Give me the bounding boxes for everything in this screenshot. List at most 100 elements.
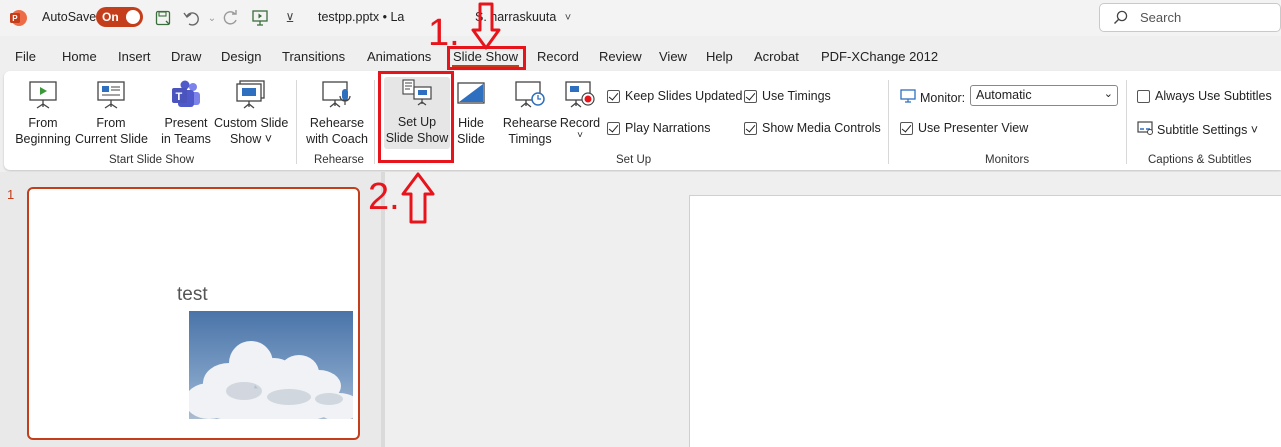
from-beginning-button[interactable]: From Beginning bbox=[14, 79, 72, 147]
present-teams-label-1: Present bbox=[164, 116, 208, 130]
play-narrations-checkbox[interactable]: Play Narrations bbox=[607, 121, 710, 135]
group-separator bbox=[296, 80, 297, 164]
group-separator bbox=[888, 80, 889, 164]
annotation-arrow-up-icon bbox=[401, 172, 435, 227]
svg-text:P: P bbox=[12, 14, 18, 23]
monitor-label: Monitor: bbox=[920, 90, 966, 105]
from-current-slide-button[interactable]: From Current Slide bbox=[75, 79, 148, 147]
subtitle-settings-icon bbox=[1137, 121, 1153, 138]
annotation-step-2: 2. bbox=[368, 176, 400, 218]
keep-slides-updated-checkbox[interactable]: Keep Slides Updated bbox=[607, 89, 742, 103]
customize-qat-icon[interactable]: ⊻ bbox=[280, 8, 300, 28]
tab-file[interactable]: File bbox=[15, 49, 36, 64]
checkbox-unchecked-icon bbox=[1137, 89, 1150, 103]
teams-icon: T bbox=[172, 80, 200, 107]
search-placeholder: Search bbox=[1140, 10, 1182, 25]
from-current-slide-icon bbox=[97, 81, 125, 109]
rehearse-timings-button[interactable]: Rehearse Timings bbox=[501, 79, 559, 147]
show-media-controls-checkbox[interactable]: Show Media Controls bbox=[744, 121, 881, 135]
tab-animations[interactable]: Animations bbox=[367, 49, 431, 64]
use-timings-label: Use Timings bbox=[762, 89, 831, 103]
autosave-label: AutoSave bbox=[42, 10, 97, 24]
from-current-label-1: From bbox=[96, 116, 126, 130]
tab-help[interactable]: Help bbox=[706, 49, 733, 64]
rehearse-timings-icon bbox=[515, 81, 545, 108]
title-chevron-down-icon[interactable]: ˅ bbox=[558, 8, 578, 28]
show-media-controls-label: Show Media Controls bbox=[762, 121, 881, 135]
rehearse-coach-icon bbox=[322, 81, 351, 108]
tab-draw[interactable]: Draw bbox=[171, 49, 201, 64]
monitor-label-group: Monitor: bbox=[900, 89, 965, 106]
autosave-toggle[interactable]: On bbox=[96, 7, 143, 27]
custom-slide-show-icon bbox=[236, 80, 265, 109]
custom-slide-show-button[interactable]: Custom Slide Show ˅ bbox=[214, 79, 288, 147]
group-label-set-up: Set Up bbox=[616, 154, 652, 166]
checkbox-checked-icon bbox=[900, 121, 913, 135]
subtitle-settings-button[interactable]: Subtitle Settings ˅ bbox=[1137, 121, 1258, 138]
autosave-state: On bbox=[102, 10, 119, 24]
main-slide-canvas[interactable] bbox=[689, 195, 1281, 447]
slide-number: 1 bbox=[7, 187, 15, 202]
tab-pdf-xchange[interactable]: PDF-XChange 2012 bbox=[821, 49, 938, 64]
search-icon bbox=[1113, 10, 1128, 28]
always-use-subtitles-checkbox[interactable]: Always Use Subtitles bbox=[1137, 89, 1272, 103]
checkbox-checked-icon bbox=[607, 89, 620, 103]
group-separator bbox=[374, 80, 375, 164]
group-label-start-slide-show: Start Slide Show bbox=[109, 154, 195, 166]
monitor-icon bbox=[900, 89, 916, 106]
powerpoint-logo-icon: P bbox=[8, 8, 28, 28]
rehearse-with-coach-button[interactable]: Rehearse with Coach bbox=[304, 79, 370, 147]
annotation-arrow-down-icon bbox=[471, 2, 501, 53]
timings-label-1: Rehearse bbox=[502, 116, 558, 130]
chevron-down-icon: ⌄ bbox=[1103, 88, 1113, 100]
record-dropdown-chevron[interactable]: ˅ bbox=[558, 131, 602, 141]
hide-slide-label-1: Hide bbox=[458, 116, 484, 130]
ribbon-tabs: File Home Insert Draw Design Transitions… bbox=[0, 40, 1281, 70]
monitor-dropdown[interactable]: Automatic ⌄ bbox=[970, 85, 1118, 106]
hide-slide-button[interactable]: Hide Slide bbox=[452, 79, 490, 147]
tab-acrobat[interactable]: Acrobat bbox=[754, 49, 799, 64]
tab-view[interactable]: View bbox=[659, 49, 687, 64]
present-in-teams-button[interactable]: T Present in Teams bbox=[158, 79, 214, 147]
timings-label-2: Timings bbox=[508, 132, 552, 146]
tab-transitions[interactable]: Transitions bbox=[282, 49, 345, 64]
document-title[interactable]: testpp.pptx • La bbox=[318, 10, 404, 24]
custom-show-label-2: Show ˅ bbox=[229, 132, 273, 146]
present-from-start-icon[interactable] bbox=[250, 8, 270, 28]
checkbox-checked-icon bbox=[744, 89, 757, 103]
annotation-highlight-setup-button bbox=[378, 71, 454, 163]
record-button[interactable]: Record ˅ bbox=[558, 79, 602, 141]
cloud-image bbox=[185, 311, 361, 424]
undo-icon[interactable] bbox=[182, 8, 202, 28]
search-input[interactable]: Search bbox=[1099, 3, 1281, 32]
from-beginning-label-2: Beginning bbox=[15, 132, 71, 146]
group-label-monitors: Monitors bbox=[985, 154, 1030, 166]
tab-design[interactable]: Design bbox=[221, 49, 261, 64]
use-timings-checkbox[interactable]: Use Timings bbox=[744, 89, 831, 103]
coach-label-2: with Coach bbox=[306, 132, 368, 146]
keep-slides-updated-label: Keep Slides Updated bbox=[625, 89, 743, 103]
group-label-rehearse: Rehearse bbox=[314, 154, 364, 166]
svg-text:T: T bbox=[176, 91, 183, 103]
play-narrations-label: Play Narrations bbox=[625, 121, 711, 135]
tab-home[interactable]: Home bbox=[62, 49, 97, 64]
checkbox-checked-icon bbox=[744, 121, 757, 135]
hide-slide-label-2: Slide bbox=[457, 132, 485, 146]
use-presenter-view-checkbox[interactable]: Use Presenter View bbox=[900, 121, 1028, 135]
checkbox-checked-icon bbox=[607, 121, 620, 135]
subtitle-settings-label: Subtitle Settings ˅ bbox=[1157, 122, 1259, 137]
from-beginning-icon bbox=[29, 81, 57, 109]
group-separator bbox=[1126, 80, 1127, 164]
custom-show-label-1: Custom Slide bbox=[214, 116, 289, 130]
save-icon[interactable] bbox=[153, 8, 173, 28]
from-current-label-2: Current Slide bbox=[75, 132, 148, 146]
always-use-subtitles-label: Always Use Subtitles bbox=[1155, 89, 1272, 103]
from-beginning-label-1: From bbox=[28, 116, 58, 130]
redo-icon[interactable] bbox=[220, 8, 240, 28]
tab-record[interactable]: Record bbox=[537, 49, 579, 64]
tab-review[interactable]: Review bbox=[599, 49, 642, 64]
coach-label-1: Rehearse bbox=[309, 116, 365, 130]
tab-insert[interactable]: Insert bbox=[118, 49, 151, 64]
hide-slide-icon bbox=[457, 82, 485, 104]
undo-dropdown-icon[interactable]: ⌄ bbox=[202, 8, 222, 28]
